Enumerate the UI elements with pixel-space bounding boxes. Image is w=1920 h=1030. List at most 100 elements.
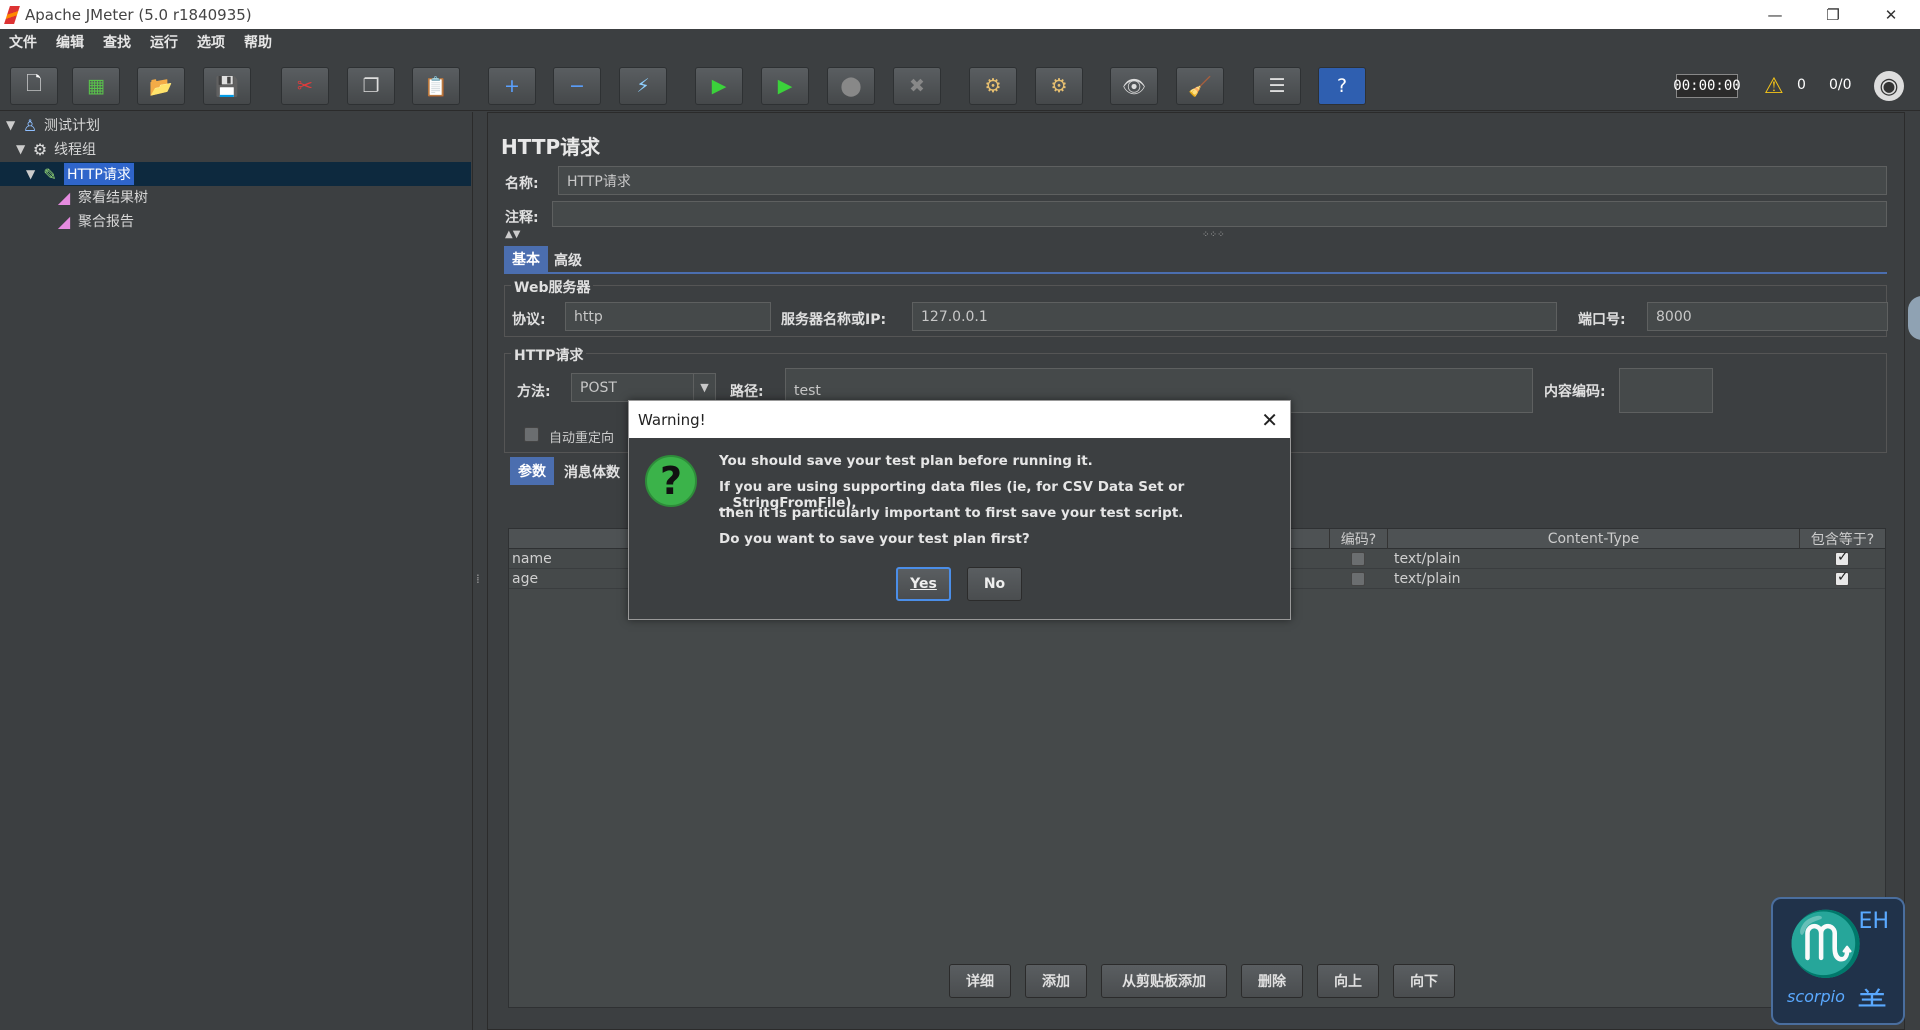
warning-count: 0 xyxy=(1797,77,1806,93)
remote-globe-icon[interactable]: ◉ xyxy=(1874,71,1904,101)
tab-basic[interactable]: 基本 xyxy=(504,246,548,272)
function-helper-button[interactable]: ☰ xyxy=(1253,67,1301,105)
menu-edit[interactable]: 编辑 xyxy=(56,32,84,52)
expand-arrow-icon[interactable]: ▼ xyxy=(6,118,20,132)
content-encoding-input[interactable] xyxy=(1619,368,1713,413)
listener-icon: ◢ xyxy=(57,211,71,231)
start-button[interactable]: ▶ xyxy=(695,67,743,105)
copy-button[interactable]: ❐ xyxy=(347,67,395,105)
path-label: 路径: xyxy=(730,384,764,400)
collapse-arrows-icon[interactable]: ▲▼ xyxy=(505,229,520,240)
close-icon[interactable]: ✕ xyxy=(1261,408,1278,432)
window-title: Apache JMeter (5.0 r1840935) xyxy=(25,5,252,24)
scorpio-glyph-icon: ♏ xyxy=(1787,907,1865,980)
add-from-clipboard-button[interactable]: 从剪贴板添加 xyxy=(1101,964,1227,998)
help-button[interactable]: ? xyxy=(1318,67,1366,105)
expand-arrow-icon[interactable]: ▼ xyxy=(16,142,30,156)
expand-button[interactable]: + xyxy=(488,67,536,105)
include-equals-checkbox[interactable] xyxy=(1835,549,1849,566)
open-icon: 📂 xyxy=(149,75,173,98)
delete-button[interactable]: 删除 xyxy=(1241,964,1303,998)
toolbar: 🗋 ▦ 📂 💾 ✂ ❐ 📋 + − ⚡ ▶ ▶ ⬤ ✖ ⚙ ⚙ 👁 🧹 ☰? 00:00:00 ⚠ 0 0/0 ◉ xyxy=(0,55,1920,111)
start-no-pause-icon: ▶ xyxy=(777,75,793,97)
no-button[interactable]: No xyxy=(967,567,1022,601)
protocol-label: 协议: xyxy=(512,312,546,328)
reset-search-button[interactable]: 🧹 xyxy=(1176,67,1224,105)
scorpio-watermark: ♏ EH scorpio ⺷ xyxy=(1771,897,1905,1025)
tab-advanced[interactable]: 高级 xyxy=(546,247,590,273)
http-request-section-title: HTTP请求 xyxy=(511,345,587,365)
tree-node-http-request[interactable]: ▼ ✎ HTTP请求 xyxy=(26,163,134,185)
drag-grip-icon[interactable]: ⁘⁘⁘ xyxy=(1202,230,1225,240)
close-window-button[interactable]: ✕ xyxy=(1862,0,1920,29)
expand-arrow-icon[interactable]: ▼ xyxy=(26,167,40,181)
chevron-down-icon[interactable]: ▼ xyxy=(693,374,715,401)
include-equals-checkbox[interactable] xyxy=(1835,569,1849,586)
cut-button[interactable]: ✂ xyxy=(281,67,329,105)
start-no-pause-button[interactable]: ▶ xyxy=(761,67,809,105)
cut-icon: ✂ xyxy=(297,75,313,97)
tab-underline xyxy=(504,272,1887,274)
dialog-message-line: then it is particularly important to fir… xyxy=(719,505,1184,521)
column-header-content-type[interactable]: Content-Type xyxy=(1387,529,1799,549)
name-input[interactable]: HTTP请求 xyxy=(558,166,1887,195)
param-content-type[interactable]: text/plain xyxy=(1391,569,1460,589)
collapse-icon: − xyxy=(569,75,585,97)
tree-node-thread-group[interactable]: ▼ ⚙ 线程组 xyxy=(16,138,96,160)
add-button[interactable]: 添加 xyxy=(1025,964,1087,998)
tab-body-data[interactable]: 消息体数 xyxy=(556,459,628,485)
stop-button[interactable]: ⬤ xyxy=(827,67,875,105)
search-button[interactable]: 👁 xyxy=(1110,67,1158,105)
menu-help[interactable]: 帮助 xyxy=(244,32,272,52)
toggle-button[interactable]: ⚡ xyxy=(619,67,667,105)
sampler-icon: ✎ xyxy=(43,164,57,184)
shutdown-button[interactable]: ✖ xyxy=(893,67,941,105)
encode-checkbox[interactable] xyxy=(1351,572,1365,586)
splitter-handle[interactable]: ⁞ xyxy=(476,112,484,1030)
menu-options[interactable]: 选项 xyxy=(197,32,225,52)
paste-button[interactable]: 📋 xyxy=(412,67,460,105)
shutdown-icon: ✖ xyxy=(909,75,925,97)
move-down-button[interactable]: 向下 xyxy=(1393,964,1455,998)
templates-button[interactable]: ▦ xyxy=(72,67,120,105)
web-server-title: Web服务器 xyxy=(511,277,594,297)
param-name[interactable]: age xyxy=(509,569,538,589)
warning-icon[interactable]: ⚠ xyxy=(1764,74,1784,99)
save-button[interactable]: 💾 xyxy=(203,67,251,105)
minimize-button[interactable]: — xyxy=(1746,0,1804,29)
copy-icon: ❐ xyxy=(362,75,380,97)
method-select[interactable]: POST ▼ xyxy=(571,373,716,402)
clear-button[interactable]: ⚙ xyxy=(969,67,1017,105)
menu-search[interactable]: 查找 xyxy=(103,32,131,52)
menu-file[interactable]: 文件 xyxy=(9,32,37,52)
param-name[interactable]: name xyxy=(509,549,552,569)
method-label: 方法: xyxy=(517,384,551,400)
tab-parameters[interactable]: 参数 xyxy=(510,457,554,485)
column-header-encode[interactable]: 编码? xyxy=(1329,529,1387,549)
yes-button[interactable]: Yes xyxy=(896,567,951,601)
watermark-subtitle: scorpio xyxy=(1787,987,1845,1006)
server-input[interactable]: 127.0.0.1 xyxy=(912,302,1557,331)
new-button[interactable]: 🗋 xyxy=(10,67,58,105)
comment-input[interactable] xyxy=(552,201,1887,227)
protocol-input[interactable]: http xyxy=(565,302,771,331)
collapse-button[interactable]: − xyxy=(553,67,601,105)
detail-button[interactable]: 详细 xyxy=(949,964,1011,998)
auto-redirect-checkbox[interactable] xyxy=(524,427,539,442)
reset-search-icon: 🧹 xyxy=(1188,75,1212,98)
open-button[interactable]: 📂 xyxy=(137,67,185,105)
paste-icon: 📋 xyxy=(424,75,448,98)
tree-node-test-plan[interactable]: ▼ ♙ 测试计划 xyxy=(6,114,100,136)
port-input[interactable]: 8000 xyxy=(1647,302,1888,331)
tree-node-aggregate-report[interactable]: ◢ 聚合报告 xyxy=(54,210,134,232)
encode-checkbox[interactable] xyxy=(1351,552,1365,566)
maximize-button[interactable]: ❐ xyxy=(1804,0,1862,29)
clear-all-button[interactable]: ⚙ xyxy=(1035,67,1083,105)
column-header-include-equals[interactable]: 包含等于? xyxy=(1799,529,1885,549)
param-content-type[interactable]: text/plain xyxy=(1391,549,1460,569)
search-icon: 👁 xyxy=(1121,75,1147,98)
menu-run[interactable]: 运行 xyxy=(150,32,178,52)
tree-node-view-results-tree[interactable]: ◢ 察看结果树 xyxy=(54,186,148,208)
splitter-grip-icon: ⁞ xyxy=(476,572,480,586)
move-up-button[interactable]: 向上 xyxy=(1317,964,1379,998)
